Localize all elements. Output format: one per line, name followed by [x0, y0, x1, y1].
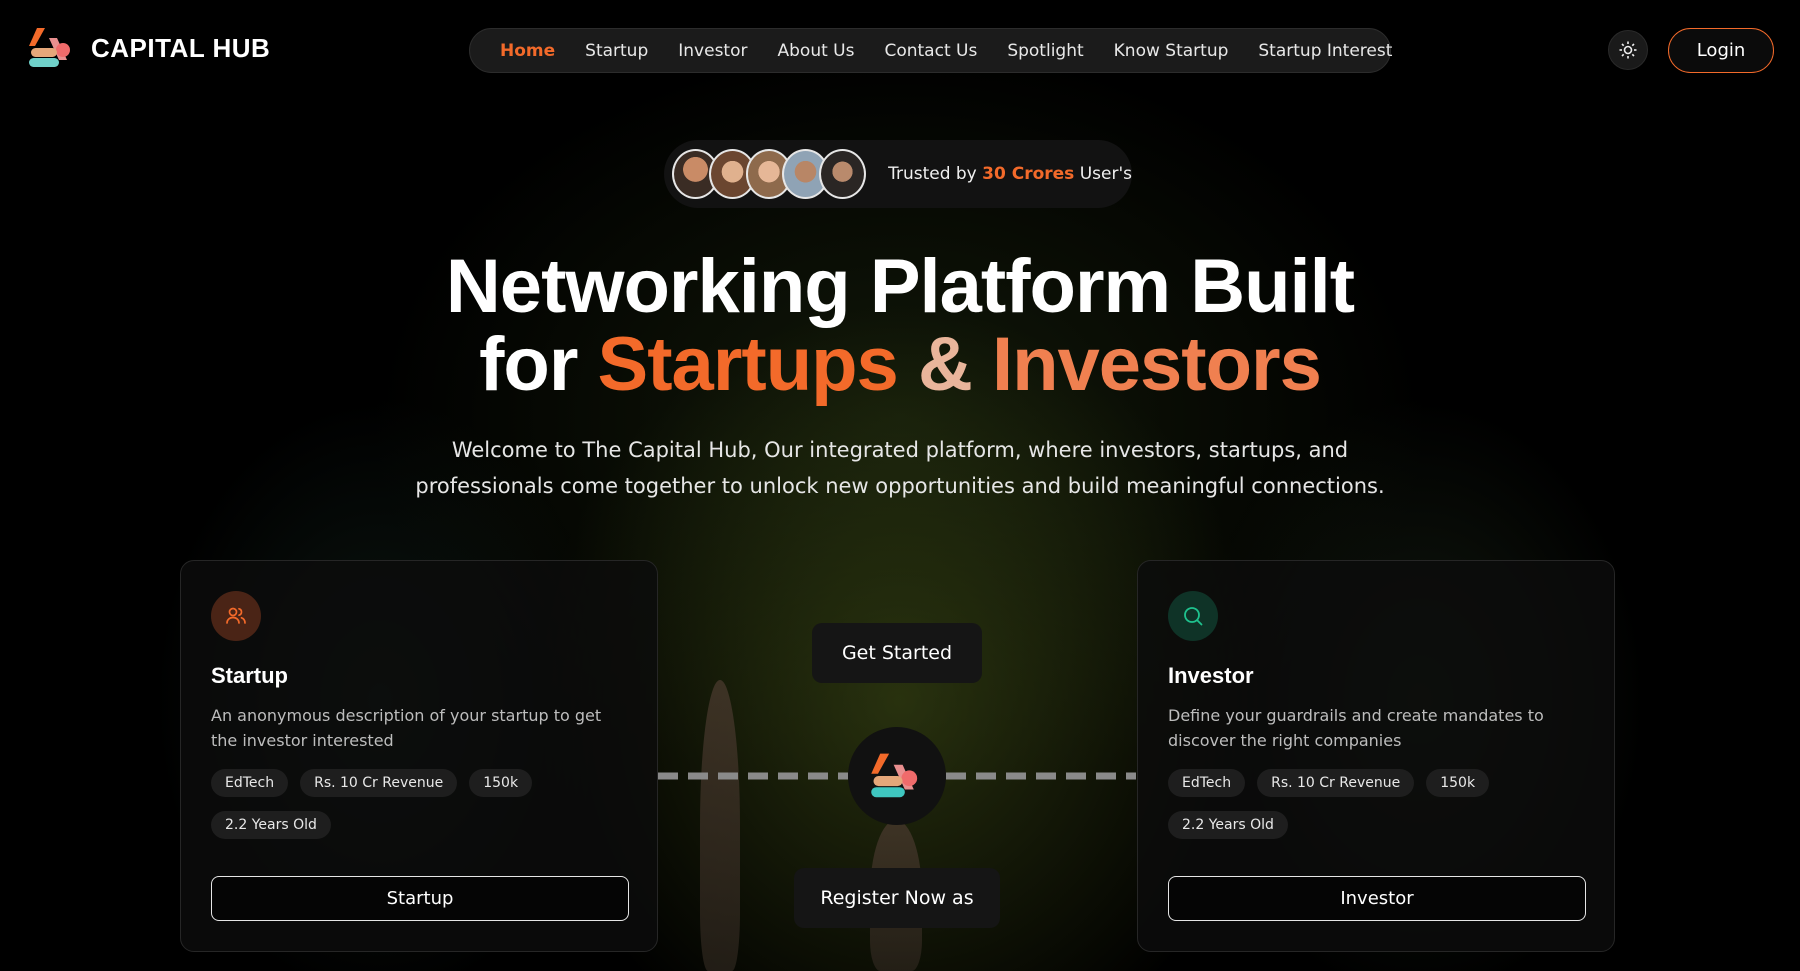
tag: EdTech	[211, 769, 289, 797]
avatar	[819, 149, 867, 199]
get-started-label[interactable]: Get Started	[812, 623, 982, 683]
connector-line-right	[946, 772, 1136, 780]
startup-button[interactable]: Startup	[211, 876, 629, 921]
users-icon	[211, 591, 261, 641]
tag: 150k	[469, 769, 533, 797]
login-button[interactable]: Login	[1668, 28, 1774, 73]
capital-hub-logo-icon	[27, 24, 77, 72]
nav-about-us[interactable]: About Us	[778, 41, 855, 61]
tag: 2.2 Years Old	[1168, 811, 1288, 839]
connector-line-left	[658, 772, 848, 780]
startup-card-title: Startup	[211, 663, 288, 688]
hero-title: Networking Platform Built for Startups &…	[0, 248, 1800, 404]
center-logo-icon	[848, 727, 946, 825]
tag: Rs. 10 Cr Revenue	[1257, 769, 1415, 797]
investor-card-description: Define your guardrails and create mandat…	[1168, 706, 1544, 750]
tag: EdTech	[1168, 769, 1246, 797]
hero-subtitle: Welcome to The Capital Hub, Our integrat…	[415, 438, 1385, 498]
investor-button[interactable]: Investor	[1168, 876, 1586, 921]
nav-startup-interest[interactable]: Startup Interest	[1258, 41, 1392, 61]
tag: 150k	[1426, 769, 1490, 797]
background-decoration	[700, 680, 740, 971]
sun-icon	[1619, 41, 1637, 59]
nav-contact-us[interactable]: Contact Us	[884, 41, 977, 61]
brand-name: CAPITAL HUB	[91, 32, 271, 63]
startup-tags: EdTech Rs. 10 Cr Revenue 150k 2.2 Years …	[211, 769, 631, 839]
theme-toggle-button[interactable]	[1608, 30, 1648, 70]
trusted-count: 30 Crores	[982, 164, 1075, 184]
main-nav: Home Startup Investor About Us Contact U…	[469, 28, 1392, 73]
investor-card: Investor Define your guardrails and crea…	[1137, 560, 1615, 952]
trusted-badge: Trusted by 30 Crores User's	[664, 140, 1132, 208]
nav-spotlight[interactable]: Spotlight	[1007, 41, 1083, 61]
register-now-label[interactable]: Register Now as	[794, 868, 1000, 928]
investor-card-title: Investor	[1168, 663, 1254, 688]
nav-investor[interactable]: Investor	[678, 41, 747, 61]
hero-title-line2: for Startups & Investors	[479, 322, 1322, 407]
trusted-text: Trusted by 30 Crores User's	[888, 164, 1132, 184]
nav-home[interactable]: Home	[500, 41, 555, 61]
nav-startup[interactable]: Startup	[585, 41, 648, 61]
search-icon	[1168, 591, 1218, 641]
startup-card-description: An anonymous description of your startup…	[211, 706, 602, 750]
startup-card: Startup An anonymous description of your…	[180, 560, 658, 952]
investor-tags: EdTech Rs. 10 Cr Revenue 150k 2.2 Years …	[1168, 769, 1588, 839]
tag: 2.2 Years Old	[211, 811, 331, 839]
tag: Rs. 10 Cr Revenue	[300, 769, 458, 797]
brand-logo[interactable]: CAPITAL HUB	[27, 24, 270, 72]
nav-know-startup[interactable]: Know Startup	[1114, 41, 1229, 61]
hero-title-line1: Networking Platform Built	[445, 244, 1355, 329]
